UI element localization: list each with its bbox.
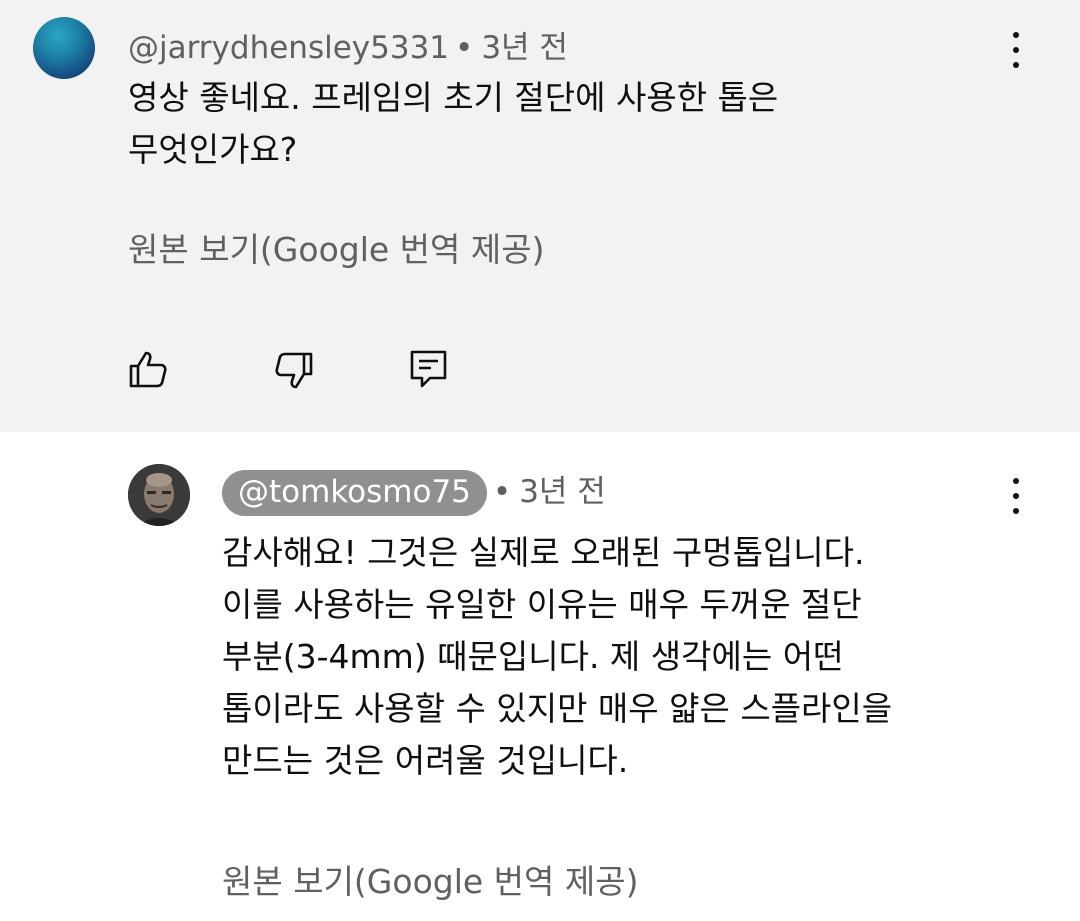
comment-text-line: 영상 좋네요. 프레임의 초기 절단에 사용한 톱은 (128, 78, 779, 117)
comment-author[interactable]: @jarrydhensley5331 (128, 30, 449, 66)
reply-author-chip[interactable]: @tomkosmo75 (222, 470, 487, 516)
commenter-avatar[interactable] (33, 17, 95, 79)
reply-text-line: 부분(3-4mm) 때문입니다. 제 생각에는 어떤 (222, 637, 844, 676)
reply-comment-icon[interactable] (409, 349, 449, 389)
thumbs-up-icon[interactable] (128, 349, 168, 389)
reply-text: 감사해요! 그것은 실제로 오래된 구멍톱입니다. 이를 사용하는 유일한 이유… (222, 527, 892, 787)
comment-text-line: 무엇인가요? (128, 130, 298, 169)
reply-author-avatar[interactable] (128, 464, 190, 526)
reply-text-line: 만드는 것은 어려울 것입니다. (222, 741, 629, 780)
meta-separator: • (455, 30, 474, 66)
see-original-link[interactable]: 원본 보기(Google 번역 제공) (128, 223, 544, 271)
reply-meta: @tomkosmo75 • 3년 전 (222, 466, 606, 516)
comment-meta: @jarrydhensley5331 • 3년 전 (128, 22, 568, 67)
reply-text-line: 감사해요! 그것은 실제로 오래된 구멍톱입니다. (222, 533, 865, 572)
reply-time: 3년 전 (519, 474, 606, 510)
reply-text-line: 톱이라도 사용할 수 있지만 매우 얇은 스플라인을 (222, 689, 893, 728)
reply-menu-icon[interactable] (1001, 474, 1031, 518)
comment-text: 영상 좋네요. 프레임의 초기 절단에 사용한 톱은 무엇인가요? (128, 72, 778, 176)
reply-text-line: 이를 사용하는 유일한 이유는 매우 두꺼운 절단 (222, 585, 862, 624)
see-original-link[interactable]: 원본 보기(Google 번역 제공) (222, 855, 638, 903)
thumbs-down-icon[interactable] (274, 351, 314, 391)
meta-separator: • (492, 474, 512, 510)
comment-time: 3년 전 (481, 30, 568, 66)
comment-menu-icon[interactable] (1001, 28, 1031, 72)
